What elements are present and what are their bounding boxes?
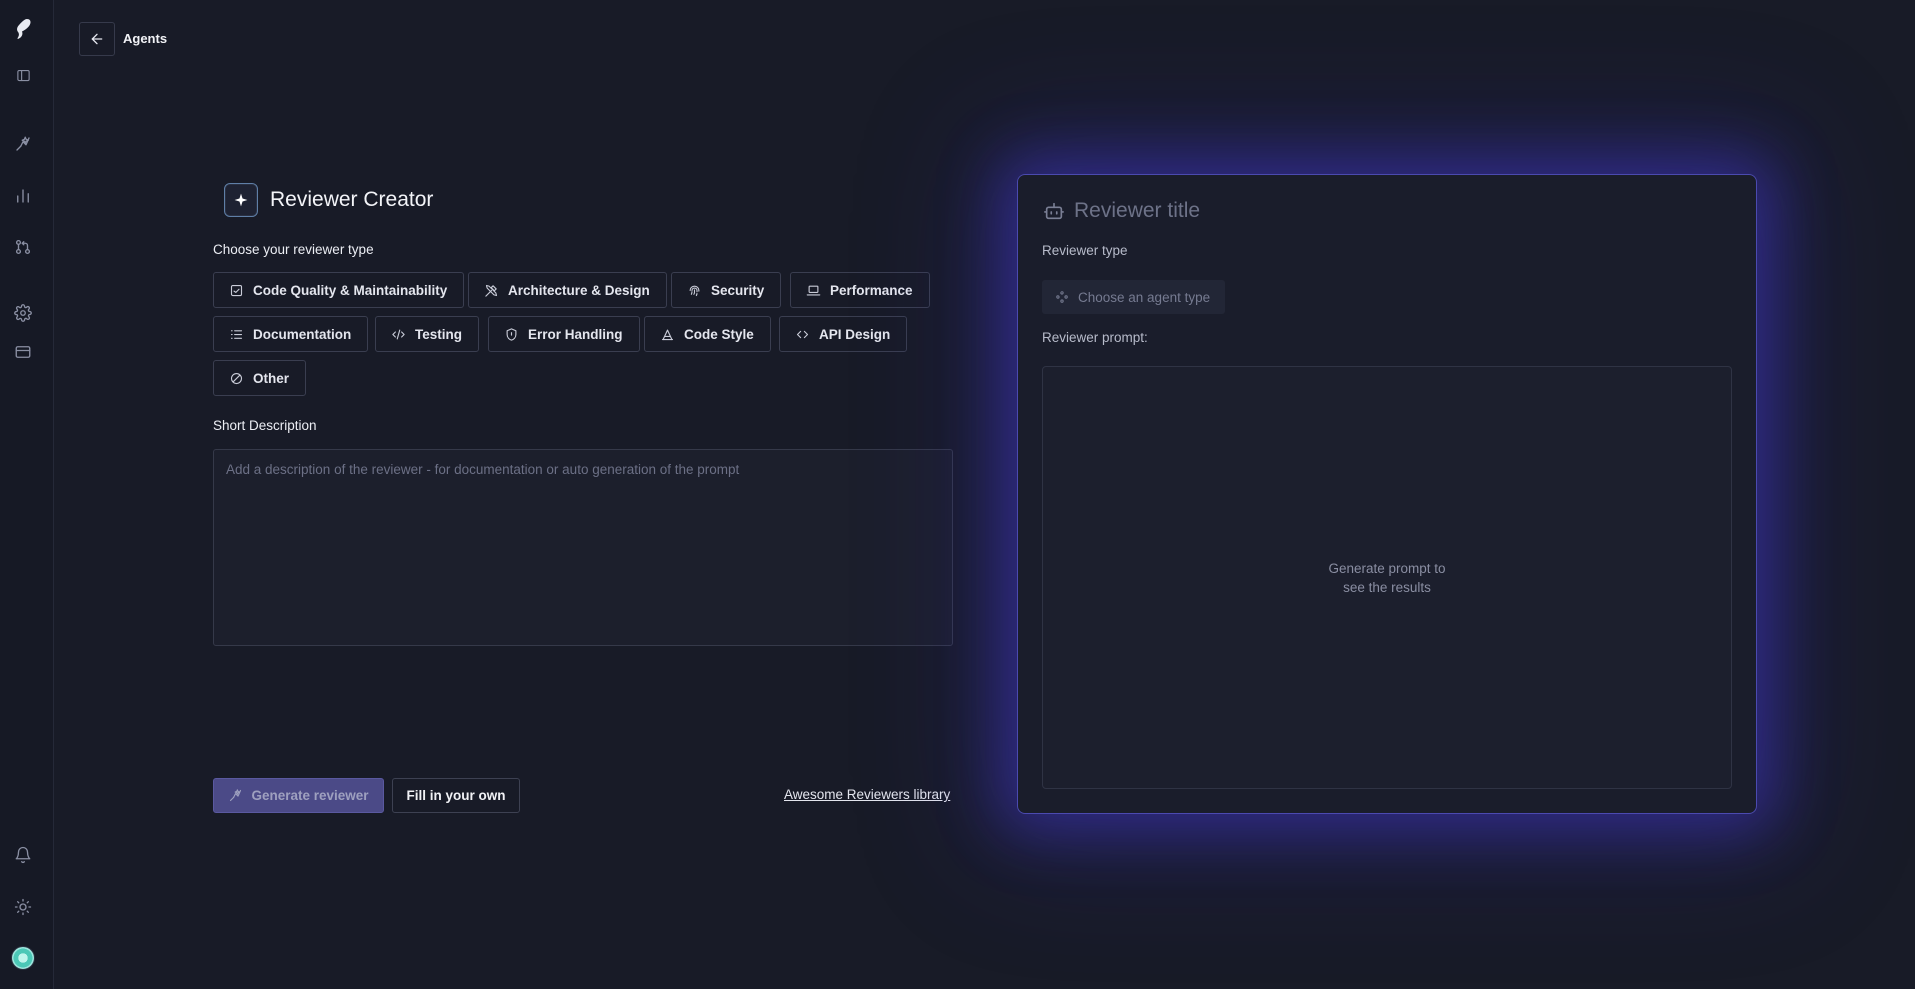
- reviewer-title-placeholder[interactable]: Reviewer title: [1074, 199, 1200, 223]
- type-chip-api-design[interactable]: API Design: [779, 316, 908, 352]
- short-description-label: Short Description: [213, 418, 317, 433]
- settings-icon[interactable]: [13, 303, 33, 323]
- avatar[interactable]: [11, 946, 35, 970]
- reviewer-title-row: Reviewer title: [1043, 199, 1200, 223]
- description-textarea[interactable]: Add a description of the reviewer - for …: [213, 449, 953, 646]
- fingerprint-icon: [689, 285, 700, 296]
- code-slash-icon: [392, 329, 405, 339]
- arrow-left-icon: [91, 33, 103, 45]
- sparkle-icon: [224, 183, 258, 217]
- prompt-placeholder: Generate prompt to see the results: [1328, 561, 1446, 595]
- shield-icon: [506, 327, 517, 341]
- logo-icon[interactable]: [13, 19, 33, 39]
- move-icon: [1056, 291, 1068, 303]
- magic-icon: [230, 789, 242, 802]
- pull-request-icon[interactable]: [13, 237, 33, 257]
- reviewer-prompt-box: Generate prompt to see the results: [1042, 366, 1732, 789]
- tools-icon: [485, 284, 498, 297]
- theme-icon[interactable]: [13, 897, 33, 917]
- type-chip-documentation[interactable]: Documentation: [213, 316, 369, 352]
- type-chip-security[interactable]: Security: [671, 272, 782, 308]
- fill-in-your-own-button[interactable]: Fill in your own: [392, 778, 520, 813]
- reviewer-type-heading: Reviewer type: [1042, 243, 1128, 258]
- code-icon: [796, 330, 809, 338]
- slash-circle-icon: [230, 372, 243, 384]
- description-placeholder: Add a description of the reviewer - for …: [226, 462, 740, 477]
- bell-icon[interactable]: [13, 845, 33, 865]
- type-chip-other[interactable]: Other: [213, 360, 307, 396]
- breadcrumb: Agents: [123, 31, 168, 46]
- sidebar: [0, 0, 54, 989]
- chart-icon[interactable]: [13, 186, 33, 206]
- type-chip-performance[interactable]: Performance: [790, 272, 930, 308]
- reviewer-type-label: Choose your reviewer type: [213, 242, 374, 257]
- type-chip-testing[interactable]: Testing: [375, 316, 479, 352]
- creator-header: Reviewer Creator: [224, 183, 433, 217]
- style-icon: [661, 329, 674, 340]
- reviewer-preview-card: Reviewer title Reviewer type Choose an a…: [1017, 174, 1757, 814]
- laptop-icon: [806, 285, 821, 295]
- list-icon: [230, 329, 243, 339]
- agent-type-selector[interactable]: Choose an agent type: [1042, 280, 1225, 314]
- type-chip-code-quality[interactable]: Code Quality & Maintainability: [213, 272, 465, 308]
- reviewer-prompt-heading: Reviewer prompt:: [1042, 330, 1148, 345]
- generate-reviewer-button[interactable]: Generate reviewer: [213, 778, 384, 813]
- panel-toggle-icon[interactable]: [13, 65, 33, 85]
- awesome-reviewers-library-link[interactable]: Awesome Reviewers library: [784, 787, 950, 802]
- billing-icon[interactable]: [13, 342, 33, 362]
- type-chip-code-style[interactable]: Code Style: [644, 316, 771, 352]
- bot-icon: [1044, 202, 1064, 220]
- file-check-icon: [230, 284, 243, 296]
- agents-icon[interactable]: [13, 134, 33, 154]
- type-chip-error-handling[interactable]: Error Handling: [488, 316, 640, 352]
- page-title: Reviewer Creator: [270, 188, 434, 211]
- back-button[interactable]: [79, 22, 115, 56]
- type-chip-architecture[interactable]: Architecture & Design: [468, 272, 667, 308]
